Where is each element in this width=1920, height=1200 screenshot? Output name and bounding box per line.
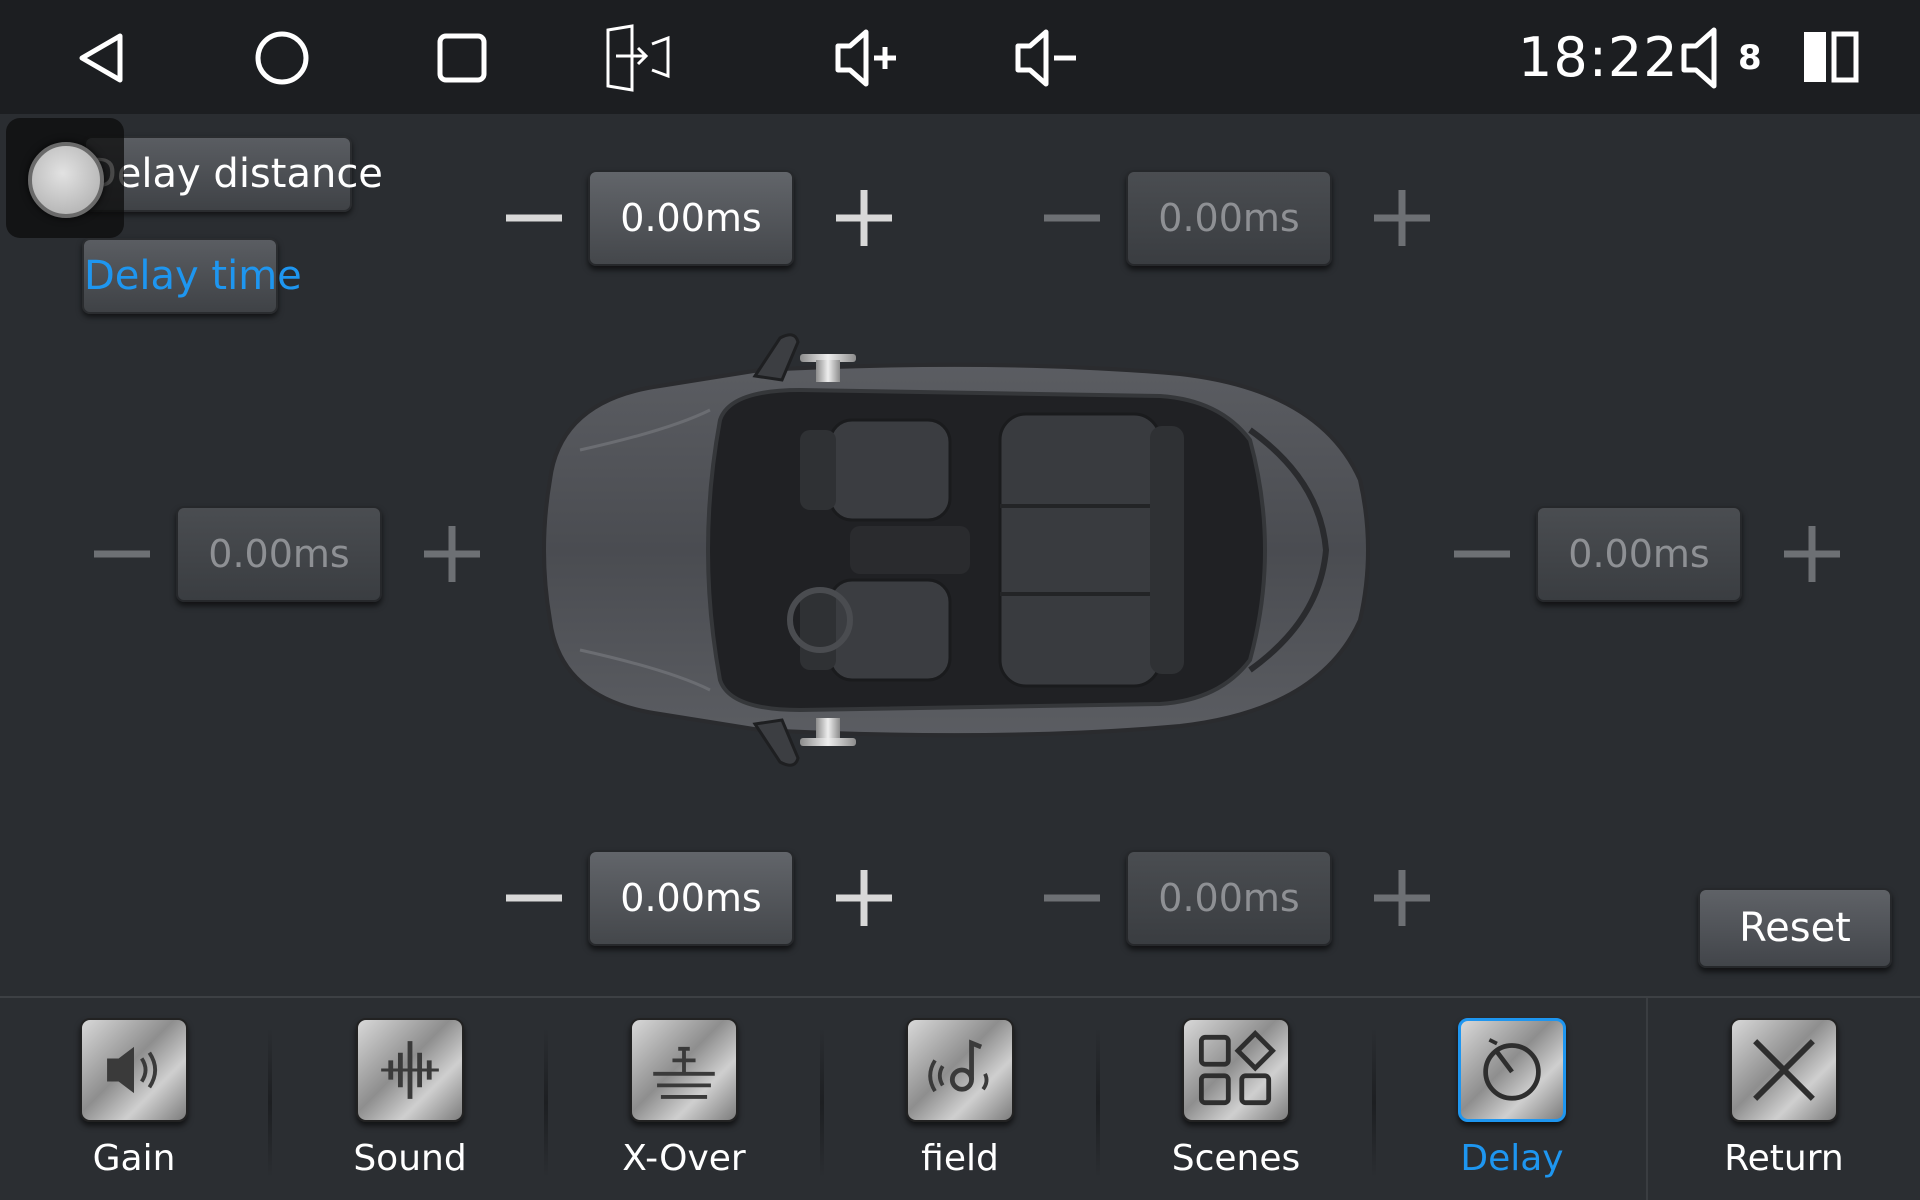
increase-button[interactable] [828,182,900,254]
delay-control-rear-left: 0.00ms [498,848,918,948]
nav-label: Sound [353,1138,467,1179]
nav-item-sound[interactable]: Sound [310,998,510,1200]
screen-switch-icon [606,24,670,92]
back-icon [79,33,123,83]
nav-item-xover[interactable]: X-Over [584,998,784,1200]
increase-button[interactable] [1776,518,1848,590]
volume-level: 8 [1738,38,1762,78]
minus-icon [506,214,562,222]
decrease-button[interactable] [86,518,158,590]
decrease-button[interactable] [1036,862,1108,934]
delay-timer-icon [1458,1018,1566,1122]
volume-down-icon [1015,29,1076,87]
volume-down-button[interactable] [1010,22,1082,94]
plus-icon [1784,526,1840,582]
decrease-button[interactable] [498,182,570,254]
decrease-button[interactable] [1446,518,1518,590]
clock: 18:22 [1518,26,1679,89]
plus-icon [424,526,480,582]
minus-icon [94,550,150,558]
plus-icon [1374,870,1430,926]
delay-distance-button[interactable]: Delay distance [84,136,383,212]
delay-value[interactable]: 0.00ms [1126,170,1332,266]
floating-assist-button[interactable] [6,118,124,238]
xover-icon [630,1018,738,1122]
plus-icon [836,190,892,246]
recents-icon [437,33,487,83]
decrease-button[interactable] [498,862,570,934]
home-icon [255,31,309,85]
close-icon [1730,1018,1838,1122]
assist-dot [28,142,104,218]
decrease-button[interactable] [1036,182,1108,254]
minus-icon [1044,894,1100,902]
delay-value[interactable]: 0.00ms [1536,506,1742,602]
nav-item-gain[interactable]: Gain [34,998,234,1200]
nav-item-return[interactable]: Return [1684,998,1884,1200]
screen-switch-button[interactable] [602,22,674,94]
delay-control-rear-right: 0.00ms [1036,848,1456,948]
minus-icon [506,894,562,902]
status-bar: 18:22 8 [0,0,1920,114]
car-illustration [542,333,1370,767]
increase-button[interactable] [828,862,900,934]
volume-up-icon [835,29,896,87]
delay-value[interactable]: 0.00ms [588,850,794,946]
reset-button[interactable]: Reset [1698,888,1892,968]
home-button[interactable] [246,22,318,94]
delay-time-label: Delay time [84,253,302,299]
sound-wave-icon [356,1018,464,1122]
delay-time-button[interactable]: Delay time [82,238,302,314]
speaker-icon [80,1018,188,1122]
back-button[interactable] [68,22,140,94]
delay-value[interactable]: 0.00ms [1126,850,1332,946]
delay-distance-label: Delay distance [86,151,383,197]
nav-label: Scenes [1171,1138,1301,1179]
minus-icon [1044,214,1100,222]
delay-control-middle-right: 0.00ms [1446,504,1866,604]
delay-value[interactable]: 0.00ms [176,506,382,602]
scenes-icon [1182,1018,1290,1122]
plus-icon [836,870,892,926]
volume-up-button[interactable] [830,22,902,94]
recents-button[interactable] [426,22,498,94]
delay-control-front-left: 0.00ms [498,168,918,268]
increase-button[interactable] [1366,182,1438,254]
nav-item-scenes[interactable]: Scenes [1136,998,1336,1200]
delay-control-middle-left: 0.00ms [86,504,506,604]
nav-label: Gain [92,1138,176,1179]
nav-item-field[interactable]: field [860,998,1060,1200]
nav-label: Return [1724,1138,1844,1179]
bottom-navigation: Gain Sound X-Over field Scenes Delay Ret… [0,996,1920,1200]
split-screen-icon [1804,31,1859,83]
minus-icon [1454,550,1510,558]
nav-item-delay[interactable]: Delay [1412,998,1612,1200]
nav-label: field [921,1138,999,1179]
car-top-view [520,330,1400,770]
plus-icon [1374,190,1430,246]
delay-control-front-right: 0.00ms [1036,168,1456,268]
nav-label: X-Over [622,1138,746,1179]
sound-field-icon [906,1018,1014,1122]
delay-value[interactable]: 0.00ms [588,170,794,266]
split-screen-button[interactable] [1802,30,1860,84]
increase-button[interactable] [1366,862,1438,934]
nav-label: Delay [1460,1138,1564,1179]
increase-button[interactable] [416,518,488,590]
